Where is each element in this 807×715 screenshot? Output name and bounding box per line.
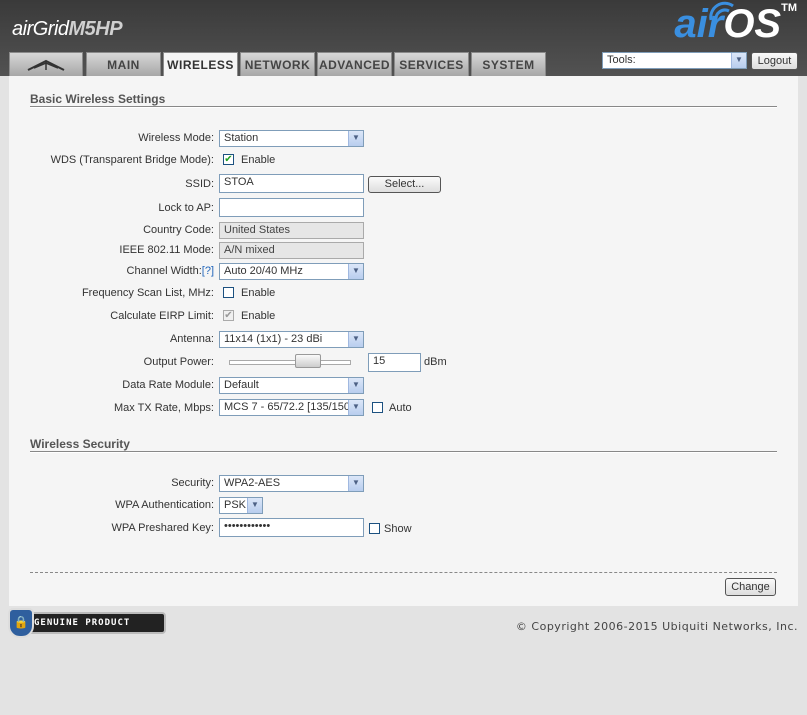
tab-wireless[interactable]: WIRELESS xyxy=(163,52,238,77)
wpa-auth-value: PSK xyxy=(224,499,247,511)
wpa-auth-select[interactable]: PSK ▼ xyxy=(219,497,263,514)
security-value: WPA2-AES xyxy=(224,477,281,489)
copyright-text: © Copyright 2006-2015 Ubiquiti Networks,… xyxy=(515,620,798,633)
tab-main[interactable]: MAIN xyxy=(86,52,161,76)
max-tx-value: MCS 7 - 65/72.2 [135/150] xyxy=(224,401,354,413)
data-rate-select[interactable]: Default ▼ xyxy=(219,377,364,394)
channel-width-label: Channel Width:[?] xyxy=(127,265,214,277)
chevron-down-icon: ▼ xyxy=(348,131,363,146)
wpa-key-label: WPA Preshared Key: xyxy=(111,522,214,534)
tab-services[interactable]: SERVICES xyxy=(394,52,469,76)
change-button[interactable]: Change xyxy=(725,578,776,596)
chevron-down-icon: ▼ xyxy=(348,378,363,393)
wds-enable-label: Enable xyxy=(241,154,276,166)
lock-to-ap-label: Lock to AP: xyxy=(158,202,214,214)
chevron-down-icon: ▼ xyxy=(348,476,363,491)
antenna-value: 11x14 (1x1) - 23 dBi xyxy=(224,333,323,345)
content-panel: Basic Wireless Settings Wireless Mode: S… xyxy=(9,76,798,606)
footer-divider xyxy=(30,572,777,573)
country-code-label: Country Code: xyxy=(143,224,214,236)
freq-scan-enable-label: Enable xyxy=(241,287,276,299)
security-select[interactable]: WPA2-AES ▼ xyxy=(219,475,364,492)
wds-checkbox[interactable]: ✔ xyxy=(223,154,234,165)
wds-label: WDS (Transparent Bridge Mode): xyxy=(50,154,214,166)
chevron-down-icon: ▼ xyxy=(731,53,746,68)
output-power-input[interactable]: 15 xyxy=(368,353,421,372)
airos-logo: airOSTM xyxy=(674,2,797,47)
wireless-mode-label: Wireless Mode: xyxy=(138,132,214,144)
product-model: M5HP xyxy=(68,18,123,40)
max-tx-select[interactable]: MCS 7 - 65/72.2 [135/150] ▼ xyxy=(219,399,364,416)
output-power-slider[interactable] xyxy=(229,360,351,365)
output-power-slider-handle[interactable] xyxy=(295,354,321,368)
tab-home[interactable] xyxy=(9,52,83,76)
show-key-checkbox[interactable] xyxy=(369,523,380,534)
wpa-auth-label: WPA Authentication: xyxy=(115,499,214,511)
tools-select-value: Tools: xyxy=(607,54,636,66)
channel-width-value: Auto 20/40 MHz xyxy=(224,265,303,277)
max-tx-auto-label: Auto xyxy=(389,402,412,414)
ssid-label: SSID: xyxy=(185,178,214,190)
antenna-label: Antenna: xyxy=(169,333,214,345)
chevron-down-icon: ▼ xyxy=(247,498,262,513)
airos-logo-os: OS xyxy=(723,2,782,46)
lock-shield-icon: 🔒 xyxy=(8,608,34,638)
channel-width-help-link[interactable]: [?] xyxy=(202,265,214,277)
wireless-security-title: Wireless Security xyxy=(30,437,130,451)
ieee-mode-field: A/N mixed xyxy=(219,242,364,259)
wireless-mode-value: Station xyxy=(224,132,259,144)
tools-select[interactable]: Tools: ▼ xyxy=(602,52,747,69)
tab-network[interactable]: NETWORK xyxy=(240,52,315,76)
freq-scan-checkbox[interactable] xyxy=(223,287,234,298)
wpa-key-input[interactable]: •••••••••••• xyxy=(219,518,364,537)
wireless-mode-select[interactable]: Station ▼ xyxy=(219,130,364,147)
ubiquiti-logo-icon xyxy=(27,59,65,71)
chevron-down-icon: ▼ xyxy=(348,400,363,415)
max-tx-auto-checkbox[interactable] xyxy=(372,402,383,413)
output-power-unit: dBm xyxy=(424,356,447,368)
product-prefix: airGrid xyxy=(12,18,69,40)
eirp-checkbox: ✔ xyxy=(223,310,234,321)
channel-width-select[interactable]: Auto 20/40 MHz ▼ xyxy=(219,263,364,280)
channel-width-label-text: Channel Width: xyxy=(126,265,202,277)
ieee-mode-label: IEEE 802.11 Mode: xyxy=(119,244,214,256)
logout-button[interactable]: Logout xyxy=(751,52,798,70)
max-tx-label: Max TX Rate, Mbps: xyxy=(113,402,214,414)
eirp-enable-label: Enable xyxy=(241,310,276,322)
data-rate-label: Data Rate Module: xyxy=(122,379,214,391)
lock-to-ap-input[interactable] xyxy=(219,198,364,217)
show-key-label: Show xyxy=(384,523,412,535)
security-label: Security: xyxy=(171,477,214,489)
basic-wireless-title: Basic Wireless Settings xyxy=(30,92,166,106)
section-divider xyxy=(30,451,777,453)
freq-scan-label: Frequency Scan List, MHz: xyxy=(81,287,214,299)
chevron-down-icon: ▼ xyxy=(348,332,363,347)
product-logo: airGridM5HP xyxy=(12,18,123,41)
eirp-label: Calculate EIRP Limit: xyxy=(110,310,214,322)
section-divider xyxy=(30,106,777,108)
ssid-select-button[interactable]: Select... xyxy=(368,176,441,193)
tab-system[interactable]: SYSTEM xyxy=(471,52,546,76)
data-rate-value: Default xyxy=(224,379,259,391)
ssid-input[interactable]: STOA xyxy=(219,174,364,193)
country-code-field: United States xyxy=(219,222,364,239)
output-power-label: Output Power: xyxy=(143,356,214,368)
chevron-down-icon: ▼ xyxy=(348,264,363,279)
airos-logo-air: air xyxy=(674,2,724,46)
antenna-select[interactable]: 11x14 (1x1) - 23 dBi ▼ xyxy=(219,331,364,348)
tab-advanced[interactable]: ADVANCED xyxy=(317,52,392,76)
airos-logo-tm: TM xyxy=(781,2,797,14)
